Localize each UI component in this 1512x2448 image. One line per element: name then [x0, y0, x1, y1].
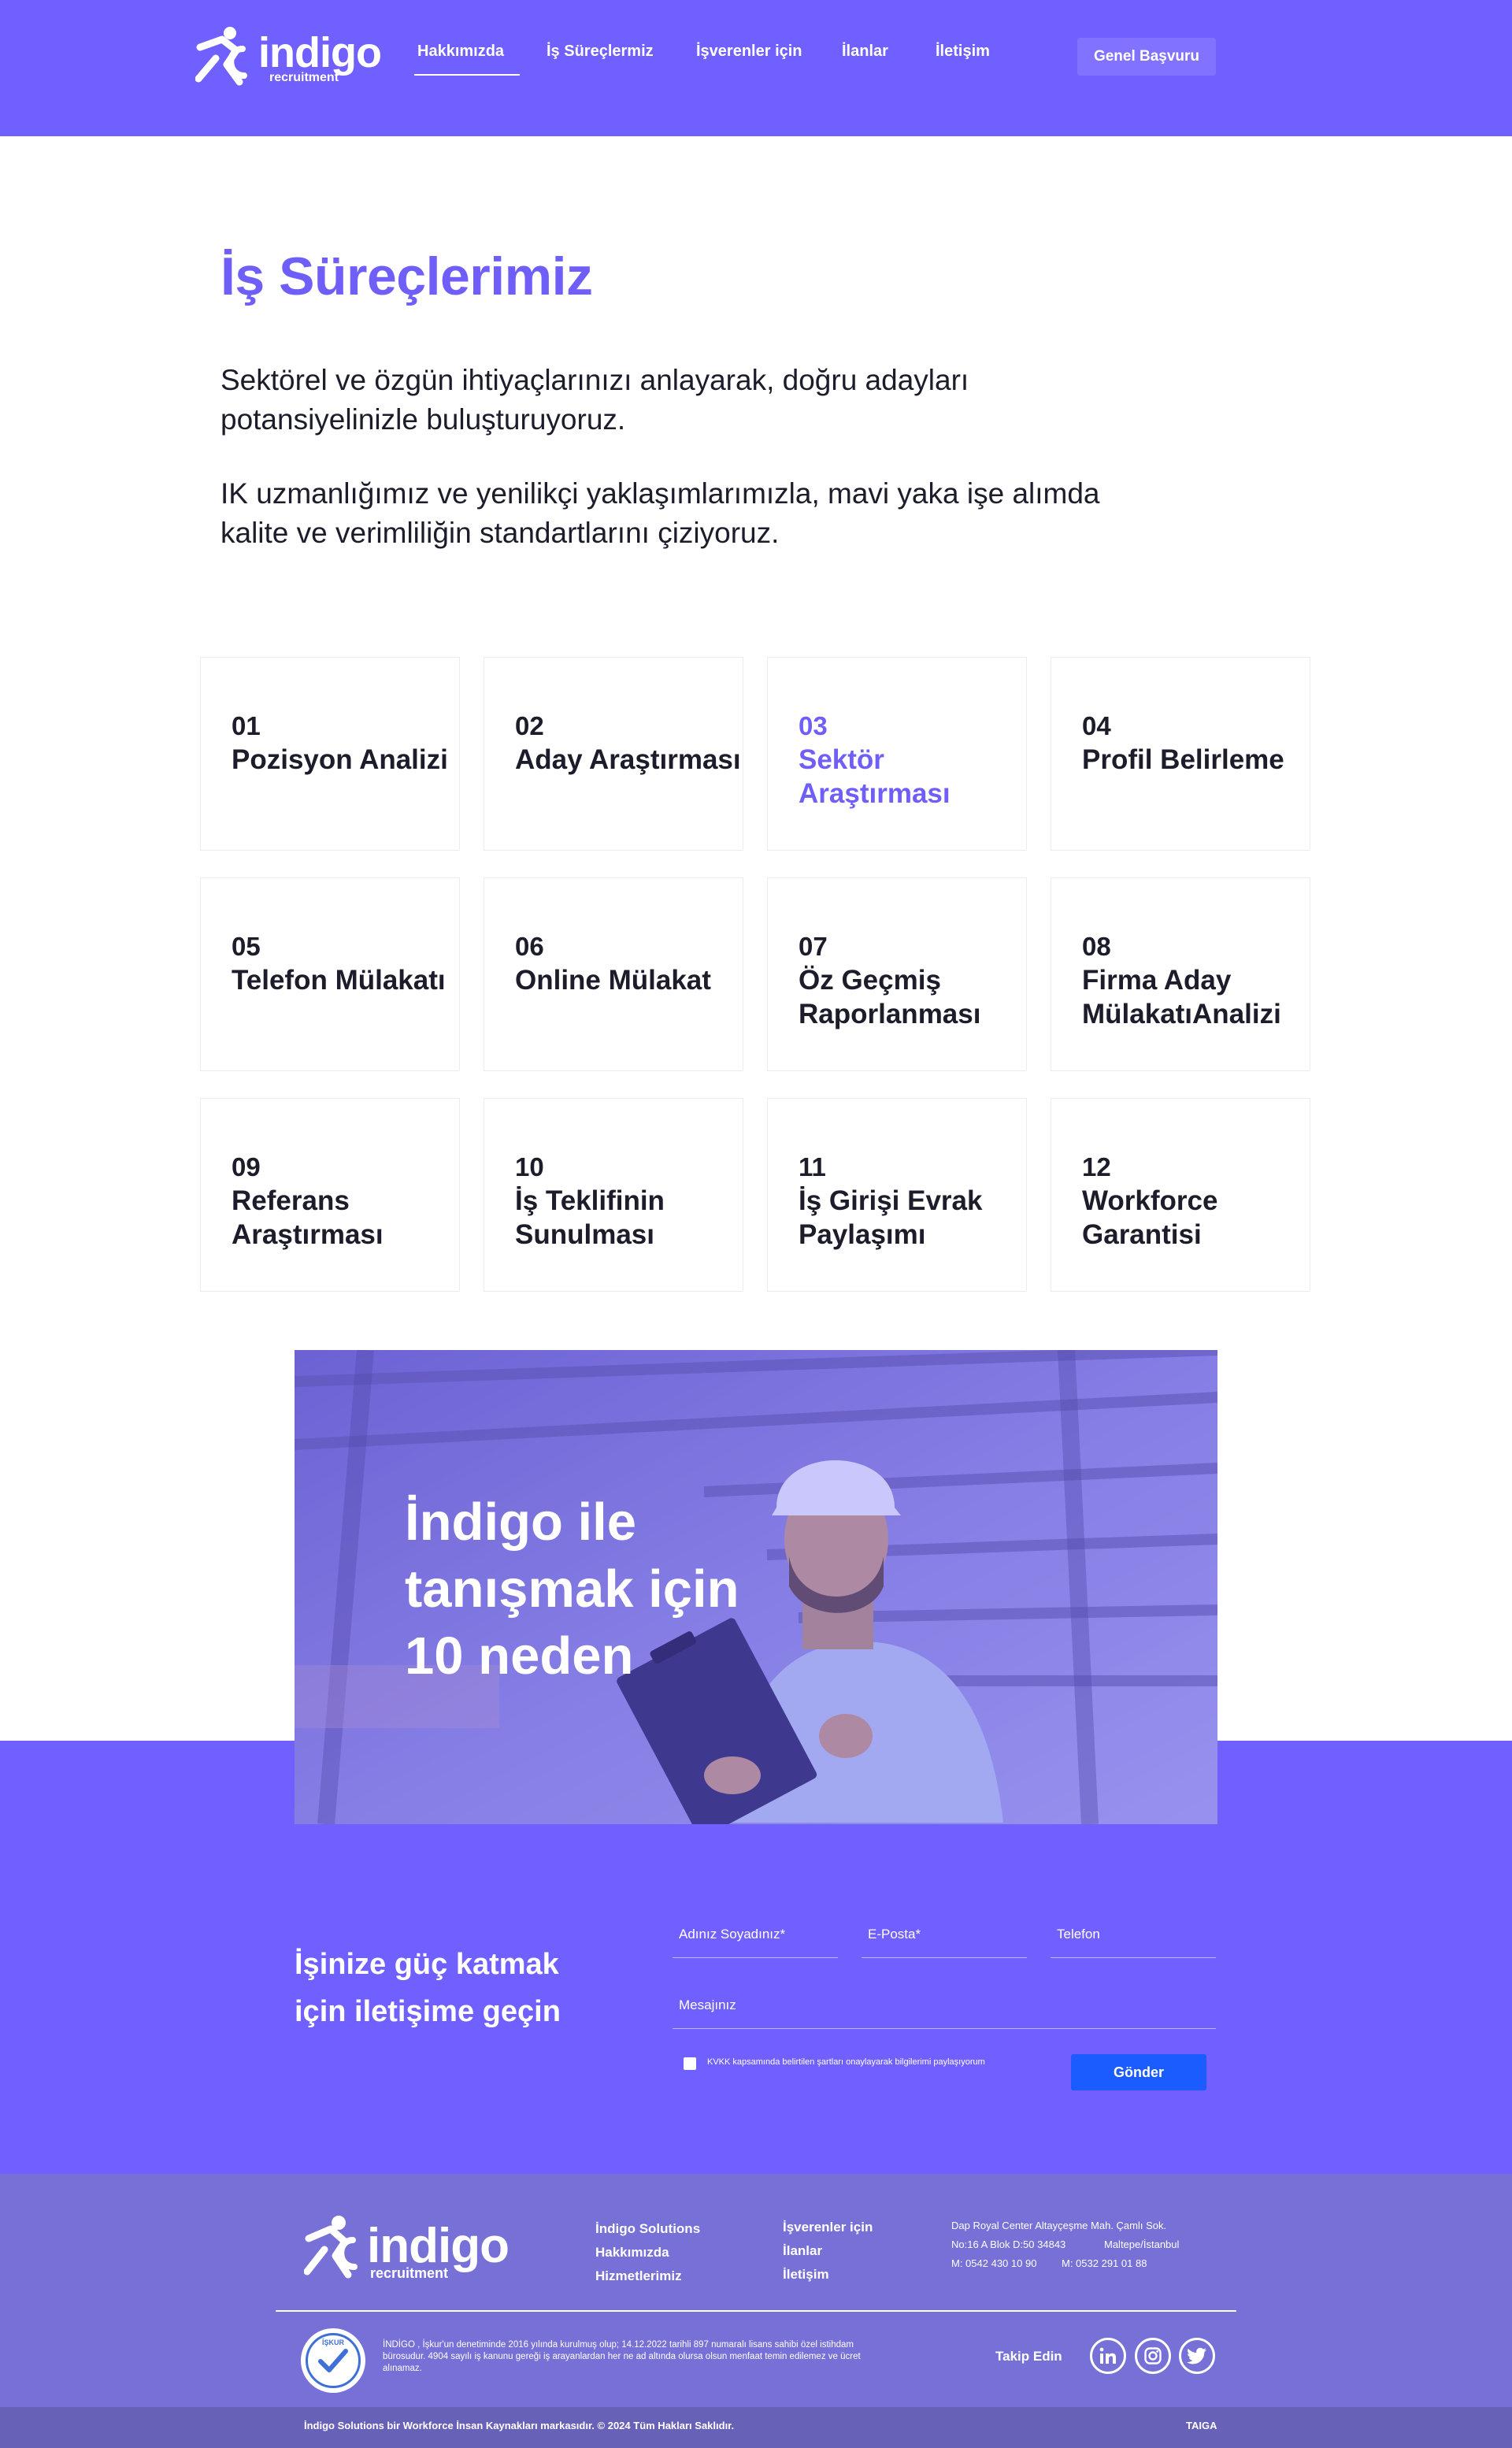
logo-wordmark: indigo	[258, 29, 382, 76]
process-card-label: Online Mülakat	[515, 965, 711, 996]
process-card-label: İş Teklifinin Sunulması	[515, 1185, 665, 1250]
message-field[interactable]: Mesajınız	[673, 1990, 1216, 2029]
footer-link-about[interactable]: Hakkımızda	[595, 2245, 669, 2261]
email-placeholder: E-Posta*	[868, 1927, 921, 1942]
process-card-number: 03	[799, 711, 828, 740]
process-card[interactable]: 09 Referans Araştırması	[200, 1098, 460, 1292]
email-field[interactable]: E-Posta*	[862, 1919, 1027, 1958]
phone-placeholder: Telefon	[1057, 1927, 1100, 1942]
follow-label: Takip Edin	[995, 2349, 1062, 2364]
footer-bottom-bar	[0, 2407, 1512, 2448]
nav-active-indicator	[414, 74, 520, 76]
footer-logo[interactable]: indigo recruitment	[303, 2215, 510, 2281]
phone-field[interactable]: Telefon	[1051, 1919, 1216, 1958]
process-card-number: 08	[1082, 932, 1111, 961]
nav-about[interactable]: Hakkımızda	[417, 43, 504, 61]
process-card[interactable]: 10 İş Teklifinin Sunulması	[484, 1098, 743, 1292]
runner-icon	[303, 2216, 358, 2279]
process-card-label: Firma Aday MülakatıAnalizi	[1082, 965, 1281, 1029]
process-card-label: Referans Araştırması	[232, 1185, 384, 1250]
process-card[interactable]: 04 Profil Belirleme	[1051, 657, 1310, 851]
instagram-icon[interactable]	[1135, 2338, 1171, 2374]
name-placeholder: Adınız Soyadınız*	[679, 1927, 786, 1942]
consent-label: KVKK kapsamında belirtilen şartları onay…	[707, 2057, 985, 2067]
consent-checkbox[interactable]	[684, 2057, 696, 2070]
process-card-number: 06	[515, 932, 544, 961]
footer-link-employers[interactable]: İşverenler için	[783, 2220, 873, 2235]
footer-address-line1: Dap Royal Center Altayçeşme Mah. Çamlı S…	[951, 2220, 1167, 2231]
footer-legal-text: İNDİGO , İşkur'un denetiminde 2016 yılın…	[383, 2340, 861, 2373]
name-field[interactable]: Adınız Soyadınız*	[673, 1919, 838, 1958]
process-card-number: 02	[515, 711, 544, 740]
promo-title: İndigo ile tanışmak için 10 neden	[405, 1493, 739, 1686]
footer-divider	[276, 2310, 1236, 2312]
footer-credit[interactable]: TAIGA	[1186, 2420, 1217, 2431]
contact-heading: İşinize güç katmak için iletişime geçin	[295, 1948, 561, 2028]
process-card-label: İş Girişi Evrak Paylaşımı	[799, 1185, 983, 1250]
process-card-label: Profil Belirleme	[1082, 744, 1284, 775]
footer-link-services[interactable]: Hizmetlerimiz	[595, 2268, 682, 2284]
footer-phone-1[interactable]: M: 0542 430 10 90	[951, 2257, 1036, 2269]
footer-address-city: Maltepe/İstanbul	[1104, 2238, 1180, 2250]
checkmark-icon	[318, 2349, 348, 2372]
process-card[interactable]: 03 Sektör Araştırması	[767, 657, 1027, 851]
logo-subtext: recruitment	[269, 71, 339, 84]
footer-link-listings[interactable]: İlanlar	[783, 2243, 822, 2259]
process-card-label: Workforce Garantisi	[1082, 1185, 1218, 1250]
footer-address-line2: No:16 A Blok D:50 34843	[951, 2238, 1066, 2250]
send-button[interactable]: Gönder	[1071, 2054, 1206, 2090]
process-card-label: Öz Geçmiş Raporlanması	[799, 965, 981, 1029]
iskur-badge-label: İŞKUR	[321, 2339, 344, 2346]
process-card-label: Pozisyon Analizi	[232, 744, 448, 775]
process-card[interactable]: 06 Online Mülakat	[484, 877, 743, 1071]
footer-phone-2[interactable]: M: 0532 291 01 88	[1062, 2257, 1147, 2269]
nav-contact[interactable]: İletişim	[936, 43, 990, 61]
process-card[interactable]: 05 Telefon Mülakatı	[200, 877, 460, 1071]
brand-logo[interactable]: indigo recruitment	[195, 27, 382, 90]
process-card[interactable]: 11 İş Girişi Evrak Paylaşımı	[767, 1098, 1027, 1292]
nav-processes[interactable]: İş Süreçlermiz	[547, 43, 654, 61]
footer-link-solutions[interactable]: İndigo Solutions	[595, 2221, 700, 2237]
nav-listings[interactable]: İlanlar	[842, 43, 888, 61]
process-card-number: 12	[1082, 1152, 1111, 1181]
intro-paragraph-1: Sektörel ve özgün ihtiyaçlarınızı anlaya…	[220, 364, 969, 436]
process-card[interactable]: 07 Öz Geçmiş Raporlanması	[767, 877, 1027, 1071]
process-card-number: 01	[232, 711, 261, 740]
intro-paragraph-2: IK uzmanlığımız ve yenilikçi yaklaşımlar…	[220, 477, 1100, 549]
process-card-label: Sektör Araştırması	[799, 744, 951, 809]
page-title: İş Süreçlerimiz	[220, 247, 593, 306]
footer-copyright: İndigo Solutions bir Workforce İnsan Kay…	[304, 2420, 735, 2431]
process-card[interactable]: 01 Pozisyon Analizi	[200, 657, 460, 851]
linkedin-icon[interactable]	[1090, 2338, 1126, 2374]
process-card[interactable]: 12 Workforce Garantisi	[1051, 1098, 1310, 1292]
process-card-number: 07	[799, 932, 828, 961]
process-card-label: Aday Araştırması	[515, 744, 741, 775]
process-card[interactable]: 08 Firma Aday MülakatıAnalizi	[1051, 877, 1310, 1071]
process-card-number: 04	[1082, 711, 1111, 740]
twitter-icon[interactable]	[1179, 2338, 1215, 2374]
promo-banner[interactable]: İndigo ile tanışmak için 10 neden	[295, 1350, 1217, 1824]
footer-link-contact[interactable]: İletişim	[783, 2267, 829, 2283]
process-card[interactable]: 02 Aday Araştırması	[484, 657, 743, 851]
site-header: indigo recruitment Hakkımızda İş Süreçle…	[0, 0, 1512, 136]
general-apply-button[interactable]: Genel Başvuru	[1077, 38, 1216, 76]
process-card-number: 11	[799, 1152, 826, 1181]
process-card-label: Telefon Mülakatı	[232, 965, 446, 996]
footer-logo-subtext: recruitment	[370, 2265, 449, 2281]
message-placeholder: Mesajınız	[679, 1997, 736, 2012]
process-card-number: 09	[232, 1152, 261, 1181]
process-card-number: 10	[515, 1152, 544, 1181]
process-card-number: 05	[232, 932, 261, 961]
iskur-badge: İŞKUR	[301, 2328, 365, 2393]
nav-employers[interactable]: İşverenler için	[696, 43, 802, 61]
